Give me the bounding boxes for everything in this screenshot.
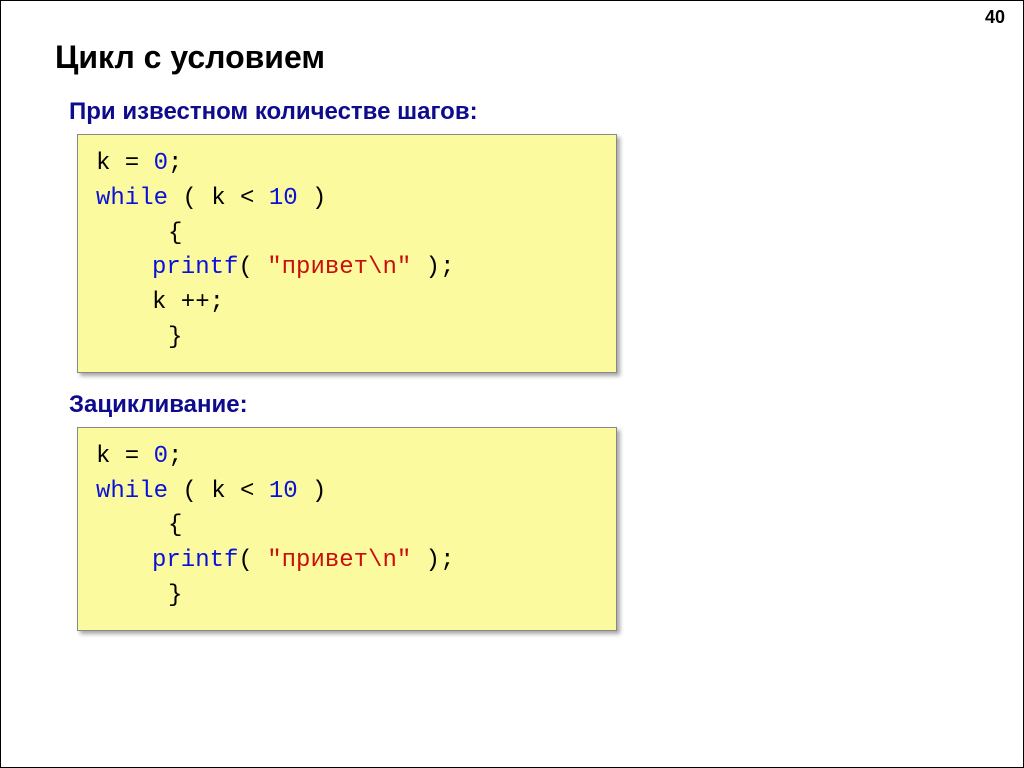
code-num: 0: [154, 150, 168, 177]
code-num: 10: [269, 185, 298, 212]
code-text: k =: [96, 150, 154, 177]
code-keyword: printf: [152, 547, 238, 574]
page-number: 40: [985, 7, 1005, 28]
code-text: (: [238, 547, 267, 574]
code-text: ( k <: [168, 185, 269, 212]
code-text: ): [298, 478, 327, 505]
code-text: ( k <: [168, 478, 269, 505]
section1-heading: При известном количестве шагов:: [69, 98, 969, 126]
section2-heading: Зацикливание:: [69, 391, 969, 419]
code-brace: {: [96, 217, 182, 252]
code-num: 10: [269, 478, 298, 505]
code-string: "привет\n": [267, 254, 411, 281]
code-brace: }: [96, 321, 182, 356]
code-keyword: while: [96, 185, 168, 212]
code-text: ): [298, 185, 327, 212]
code-keyword: printf: [152, 254, 238, 281]
code-text: printf( "привет\n" );: [96, 544, 454, 579]
code-text: ;: [168, 150, 182, 177]
code-num: 0: [154, 443, 168, 470]
slide-title: Цикл с условием: [55, 39, 969, 76]
codeblock-infinite: k = 0; while ( k < 10 ) { printf( "приве…: [77, 427, 617, 631]
code-brace: }: [96, 579, 182, 614]
code-text: );: [411, 254, 454, 281]
code-text: );: [411, 547, 454, 574]
codeblock-known-steps: k = 0; while ( k < 10 ) { printf( "приве…: [77, 134, 617, 373]
code-text: k =: [96, 443, 154, 470]
code-text: k ++;: [96, 286, 224, 321]
code-text: printf( "привет\n" );: [96, 251, 454, 286]
code-string: "привет\n": [267, 547, 411, 574]
code-keyword: while: [96, 478, 168, 505]
code-text: ;: [168, 443, 182, 470]
code-brace: {: [96, 509, 182, 544]
code-text: (: [238, 254, 267, 281]
slide-body: Цикл с условием При известном количестве…: [1, 1, 1023, 631]
